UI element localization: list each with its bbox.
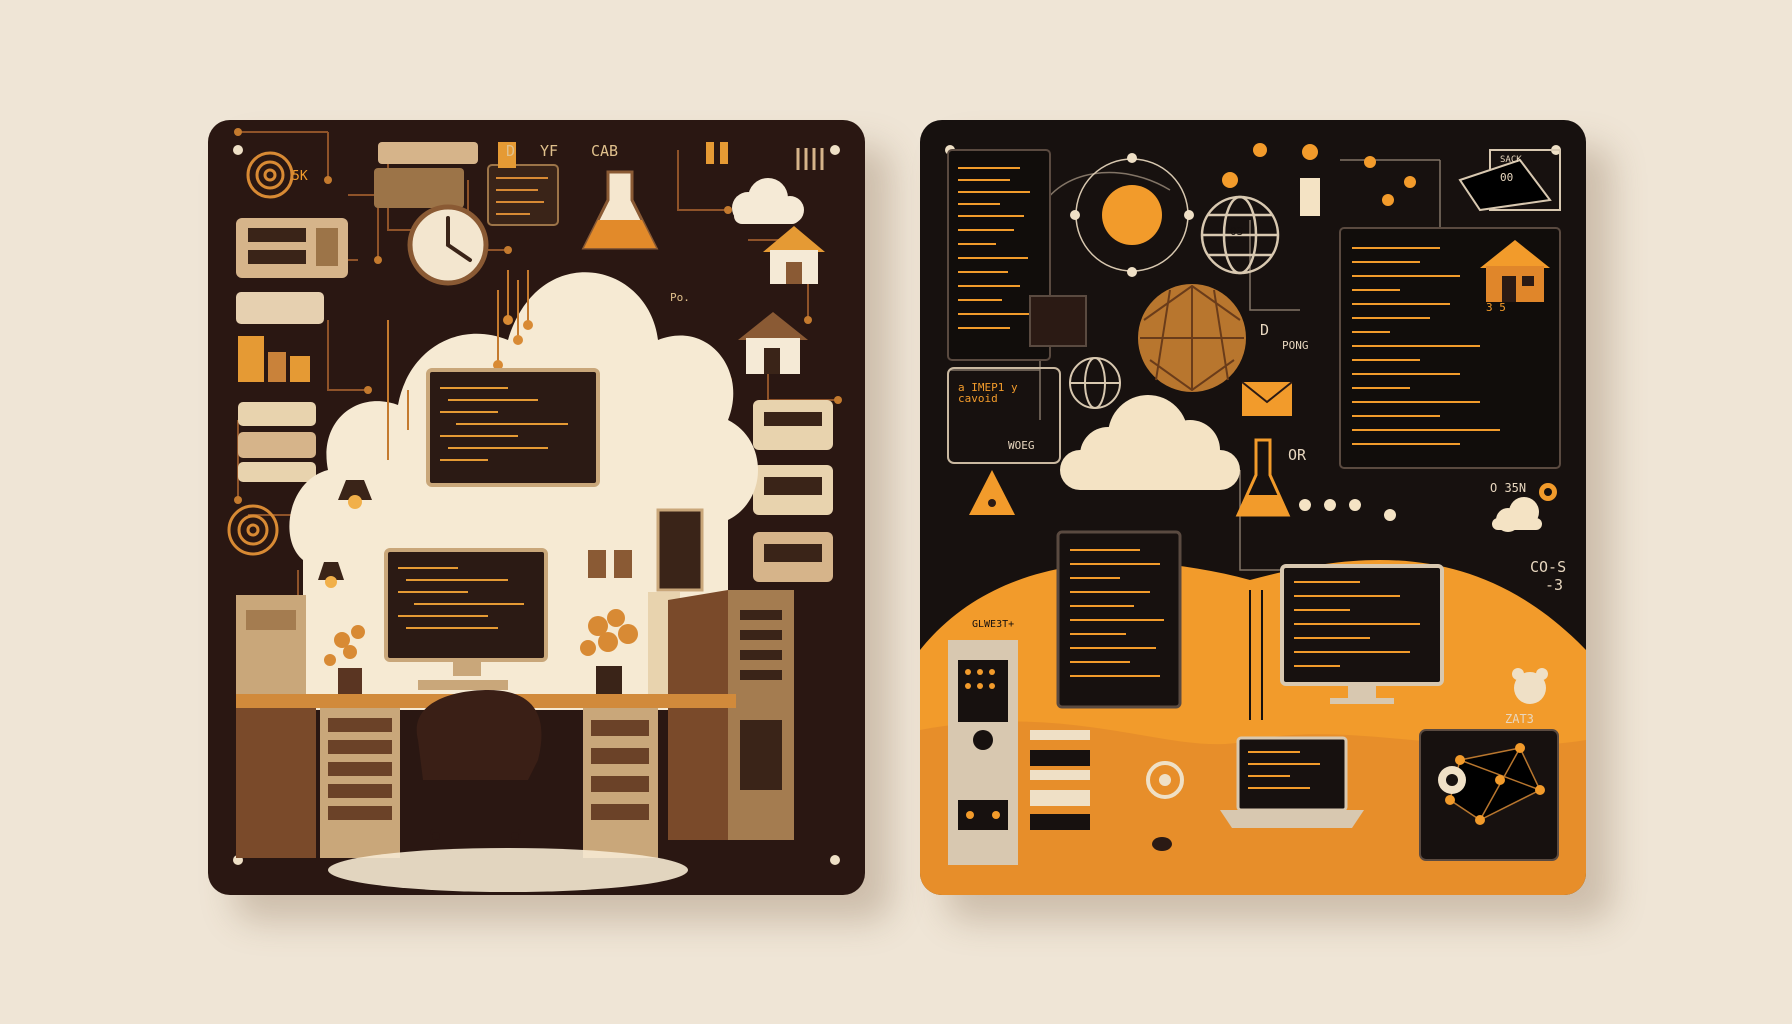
wall-monitor — [426, 368, 600, 487]
desk-monitor — [1280, 564, 1444, 704]
right-label-woeg: WOEG — [1008, 439, 1035, 452]
cloud-icon — [1492, 497, 1542, 532]
server-tower — [948, 640, 1018, 865]
left-label-5: Po. — [670, 291, 690, 304]
house-icon — [738, 312, 808, 374]
cloud-icon — [1060, 395, 1240, 490]
network-panel — [1419, 729, 1559, 861]
code-panel — [1056, 530, 1182, 709]
right-label-minus3: -3 — [1545, 576, 1564, 594]
laptop-icon — [1220, 736, 1364, 828]
flask-icon — [581, 170, 659, 250]
warning-icon — [969, 470, 1015, 515]
geodesic-sphere-icon — [1138, 284, 1246, 392]
right-label-zat3: ZAT3 — [1505, 712, 1534, 726]
chair-icon — [416, 690, 542, 840]
right-label-imep: a IMEP1 y cavoid — [958, 381, 1018, 405]
right-label-or: OR — [1288, 446, 1307, 464]
server-rack-icon — [236, 218, 348, 278]
right-label-pong: PONG — [1282, 339, 1309, 352]
cloud-icon — [732, 178, 804, 224]
left-label-4: 5K — [292, 169, 308, 184]
desk-drawers — [583, 708, 658, 858]
left-label-2: YF — [540, 142, 559, 160]
left-label-3: CAB — [591, 142, 619, 160]
right-label-03: 03 — [1230, 225, 1244, 238]
gear-icon — [1539, 483, 1557, 501]
gear-icon — [1438, 766, 1466, 794]
desk-monitor — [384, 548, 548, 676]
dial-icon — [227, 504, 279, 556]
right-label-d: D — [1260, 321, 1270, 339]
right-label-35: 3 5 — [1486, 301, 1506, 314]
left-illustration-card: D YF CAB 5K Po. — [208, 120, 865, 895]
right-illustration — [920, 143, 1586, 895]
flask-icon — [1235, 438, 1291, 517]
right-label-00: 00 — [1500, 171, 1514, 184]
right-label-glwe: GLWE3T+ — [972, 619, 1015, 630]
dial-icon — [246, 151, 294, 199]
pc-tower — [668, 590, 794, 840]
clock-icon — [407, 204, 489, 286]
left-label-1: D — [506, 142, 516, 160]
globe-icon — [1069, 357, 1121, 409]
right-label-cos: CO-S — [1530, 558, 1567, 576]
house-icon — [763, 226, 825, 284]
desk-drawers — [320, 708, 400, 858]
left-illustration — [227, 128, 842, 892]
right-illustration-card: OR PONG D O 35N ZAT3 CO-S -3 GLWE3T+ WOE… — [920, 120, 1586, 895]
right-label-sack: SACK — [1500, 155, 1522, 165]
sun-icon — [1070, 153, 1194, 277]
right-label-o35n: O 35N — [1490, 481, 1527, 495]
envelope-icon — [1241, 381, 1293, 416]
